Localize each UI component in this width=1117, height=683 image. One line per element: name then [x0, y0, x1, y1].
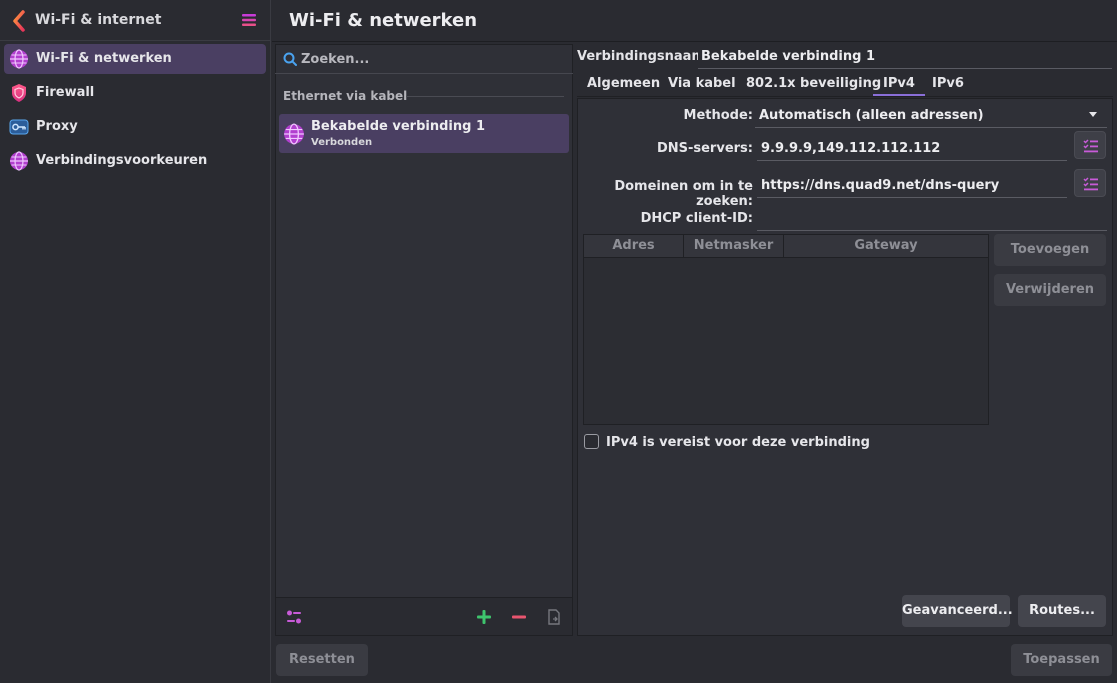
sidebar-item-firewall[interactable]: Firewall	[4, 78, 266, 108]
column-address[interactable]: Adres	[584, 235, 684, 258]
apply-button[interactable]: Toepassen	[1011, 644, 1112, 676]
connection-status: Verbonden	[311, 137, 373, 148]
tab-bar: Algemeen Via kabel 802.1x beveiliging IP…	[577, 73, 1113, 97]
list-edit-icon	[1083, 177, 1098, 191]
header-divider	[272, 41, 1117, 42]
sidebar-header: Wi-Fi & internet	[0, 0, 271, 41]
settings-sliders-icon[interactable]	[285, 608, 303, 626]
connection-name-label: Verbindingsnaam:	[577, 49, 711, 64]
globe-icon	[284, 123, 304, 145]
sidebar-item-label: Proxy	[36, 119, 78, 134]
chevron-down-icon	[1089, 112, 1097, 117]
tab-wired[interactable]: Via kabel	[668, 76, 736, 91]
sidebar-item-label: Wi-Fi & netwerken	[36, 51, 172, 66]
address-table[interactable]: Adres Netmasker Gateway	[583, 234, 989, 425]
connection-list-toolbar	[275, 598, 573, 636]
tab-8021x-security[interactable]: 802.1x beveiliging	[746, 76, 881, 91]
method-select[interactable]: Automatisch (alleen adressen)	[755, 102, 1107, 128]
sidebar-item-connection-preferences[interactable]: Verbindingsvoorkeuren	[4, 146, 266, 176]
search-domains-label: Domeinen om in te zoeken:	[614, 179, 753, 209]
edit-dns-button[interactable]	[1074, 131, 1106, 159]
sidebar: Wi-Fi & internet Wi-Fi & netwerken Firew…	[0, 0, 271, 683]
list-edit-icon	[1083, 139, 1098, 153]
dhcp-client-id-label: DHCP client-ID:	[640, 211, 753, 226]
tab-ipv6[interactable]: IPv6	[932, 76, 964, 91]
tab-general[interactable]: Algemeen	[587, 76, 660, 91]
connection-name: Bekabelde verbinding 1	[311, 119, 485, 134]
add-icon[interactable]	[475, 608, 493, 626]
ipv4-required-label: IPv4 is vereist voor deze verbinding	[606, 435, 870, 450]
back-arrow-icon[interactable]	[10, 9, 28, 33]
group-divider	[406, 96, 564, 97]
hamburger-menu-icon[interactable]	[241, 12, 257, 28]
globe-icon	[10, 49, 28, 69]
connection-group-label: Ethernet via kabel	[283, 89, 408, 103]
add-address-button[interactable]: Toevoegen	[994, 234, 1106, 266]
remove-icon[interactable]	[510, 608, 528, 626]
column-netmask[interactable]: Netmasker	[684, 235, 784, 258]
ipv4-required-checkbox[interactable]	[584, 434, 599, 449]
column-gateway[interactable]: Gateway	[784, 235, 988, 258]
dns-servers-input[interactable]: 9.9.9.9,149.112.112.112	[757, 135, 1067, 161]
dns-servers-label: DNS-servers:	[656, 141, 753, 156]
tab-ipv4[interactable]: IPv4	[873, 76, 925, 96]
remove-address-button[interactable]: Verwijderen	[994, 274, 1106, 306]
search-bar	[275, 44, 573, 74]
method-value: Automatisch (alleen adressen)	[759, 108, 984, 123]
key-icon	[9, 119, 29, 135]
page-title: Wi-Fi & netwerken	[289, 10, 478, 31]
shield-icon	[12, 84, 26, 102]
search-domains-input[interactable]: https://dns.quad9.net/dns-query	[757, 172, 1067, 198]
sidebar-title: Wi-Fi & internet	[35, 12, 162, 28]
sidebar-item-label: Firewall	[36, 85, 95, 100]
export-document-icon[interactable]	[545, 608, 563, 626]
dhcp-client-id-input[interactable]	[757, 205, 1107, 231]
sidebar-item-proxy[interactable]: Proxy	[4, 112, 266, 142]
globe-icon	[10, 151, 28, 171]
connection-name-field[interactable]: Bekabelde verbinding 1	[698, 45, 1112, 69]
connection-list-item[interactable]: Bekabelde verbinding 1 Verbonden	[279, 114, 569, 153]
address-table-header: Adres Netmasker Gateway	[584, 235, 988, 258]
routes-button[interactable]: Routes...	[1018, 595, 1106, 627]
advanced-button[interactable]: Geavanceerd...	[902, 595, 1013, 627]
edit-domains-button[interactable]	[1074, 169, 1106, 197]
sidebar-item-label: Verbindingsvoorkeuren	[36, 153, 208, 168]
method-label: Methode:	[683, 108, 753, 123]
sidebar-item-wifi-networks[interactable]: Wi-Fi & netwerken	[4, 44, 266, 74]
search-input[interactable]	[301, 48, 561, 70]
search-icon	[283, 52, 297, 66]
reset-button[interactable]: Resetten	[276, 644, 368, 676]
